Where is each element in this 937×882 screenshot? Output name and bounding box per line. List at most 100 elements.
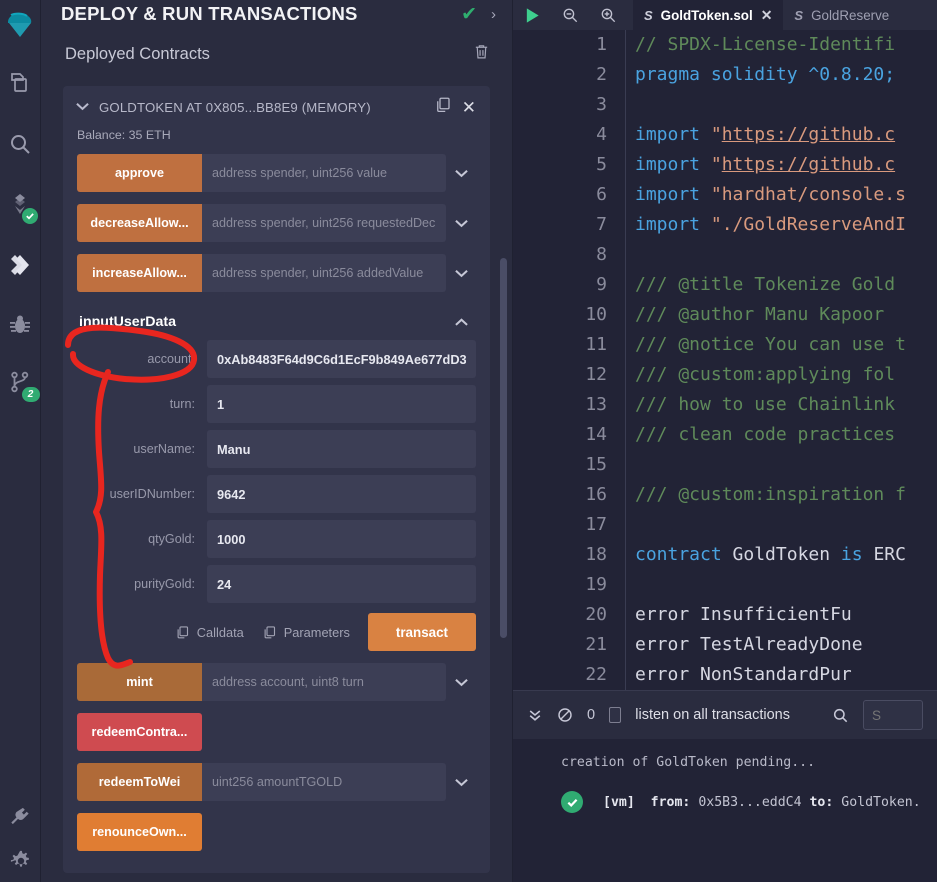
parameter-row-username: userName: <box>77 430 476 468</box>
line-number: 15 <box>585 454 607 475</box>
search-icon[interactable] <box>832 707 849 724</box>
tab-goldtoken-sol[interactable]: S GoldToken.sol ✕ <box>633 0 784 30</box>
editor-toolbar: S GoldToken.sol ✕ S GoldReserve <box>513 0 937 30</box>
plugin-manager-icon[interactable] <box>0 792 41 840</box>
parameter-input-account[interactable] <box>207 340 476 378</box>
line-number: 1 <box>596 34 607 55</box>
code-token: pragma solidity <box>635 64 809 85</box>
code-token: " <box>710 124 722 145</box>
function-row: approve <box>77 154 476 192</box>
solidity-file-icon: S <box>794 7 804 23</box>
panel-status-check-icon: ✔ <box>461 3 477 25</box>
transaction-vm-tag: [vm] <box>603 794 635 810</box>
line-number: 19 <box>585 574 607 595</box>
code-token: ^0.8.20; <box>808 64 896 85</box>
terminal-search-input[interactable] <box>863 700 923 730</box>
double-chevron-down-icon[interactable] <box>527 707 543 723</box>
expanded-function-header[interactable]: inputUserData <box>77 304 476 340</box>
contract-balance-label: Balance: 35 ETH <box>77 128 171 142</box>
deploy-run-icon[interactable] <box>0 234 41 296</box>
function-row: decreaseAllow... <box>77 204 476 242</box>
code-text: /// @custom:applying fol <box>625 360 895 390</box>
line-number: 11 <box>585 334 607 355</box>
code-text: error InsufficientFu <box>625 600 852 630</box>
panel-expand-chevron-icon[interactable]: › <box>491 6 496 23</box>
copy-calldata-button[interactable]: Calldata <box>175 625 244 640</box>
code-line: 19 <box>513 30 937 690</box>
contract-card-header[interactable]: GOLDTOKEN AT 0X805...BB8E9 (MEMORY) ✕ <box>63 86 490 128</box>
code-line: 21 error TestAlreadyDone <box>513 30 937 690</box>
copy-icon[interactable] <box>434 96 452 119</box>
function-button-redeemtowei[interactable]: redeemToWei <box>77 763 202 801</box>
clear-console-icon[interactable] <box>557 707 573 723</box>
function-button-approve[interactable]: approve <box>77 154 202 192</box>
transaction-from-label: from: <box>650 794 691 810</box>
function-args-input-decreaseallowance[interactable] <box>202 204 446 242</box>
parameter-input-puritygold[interactable] <box>207 565 476 603</box>
code-token: import <box>635 214 711 235</box>
listen-on-all-transactions-checkbox[interactable] <box>609 707 622 723</box>
code-text: /// @author Manu Kapoor <box>625 300 884 330</box>
settings-gear-icon[interactable] <box>0 840 41 882</box>
line-number: 9 <box>596 274 607 295</box>
close-icon[interactable]: ✕ <box>761 7 773 24</box>
line-number: 17 <box>585 514 607 535</box>
parameter-row-puritygold: purityGold: <box>77 565 476 603</box>
expand-caret-icon-redeemtowei[interactable] <box>446 763 476 801</box>
terminal-transaction-row[interactable]: [vm] from: 0x5B3...eddC4 to: GoldToken. <box>513 773 937 813</box>
code-token: error TestAlreadyDone <box>635 634 863 655</box>
delete-all-contracts-icon[interactable] <box>473 43 490 65</box>
code-line: 10 /// @author Manu Kapoor <box>513 300 937 330</box>
code-token: import <box>635 124 711 145</box>
git-icon[interactable]: 2 <box>0 354 41 410</box>
panel-scroll-body: Deployed Contracts GOLDTOKEN AT 0X805...… <box>41 36 512 882</box>
function-button-decreaseallowance[interactable]: decreaseAllow... <box>77 204 202 242</box>
deployed-contracts-label: Deployed Contracts <box>65 44 210 63</box>
parameter-input-turn[interactable] <box>207 385 476 423</box>
copy-parameters-button[interactable]: Parameters <box>262 625 350 640</box>
code-editor[interactable]: 1 // SPDX-License-Identifi 2 pragma solidit… <box>513 30 937 690</box>
parameter-input-qtygold[interactable] <box>207 520 476 558</box>
code-token: GoldToken <box>732 544 841 565</box>
solidity-file-icon: S <box>644 7 653 23</box>
function-args-input-increaseallowance[interactable] <box>202 254 446 292</box>
debugger-icon[interactable] <box>0 296 41 354</box>
empty-args-area <box>202 713 476 751</box>
zoom-out-icon[interactable] <box>551 0 589 30</box>
search-icon[interactable] <box>0 114 41 174</box>
terminal-pending-line: creation of GoldToken pending... <box>561 755 816 770</box>
parameters-label: Parameters <box>283 624 350 640</box>
parameter-input-username[interactable] <box>207 430 476 468</box>
expand-caret-icon-approve[interactable] <box>446 154 476 192</box>
contract-collapse-caret-icon[interactable] <box>75 100 89 114</box>
zoom-in-icon[interactable] <box>589 0 627 30</box>
solidity-compiler-icon[interactable] <box>0 174 41 234</box>
function-button-redeemcontract[interactable]: redeemContra... <box>77 713 202 751</box>
left-panel-scrollbar[interactable] <box>500 258 507 638</box>
expand-caret-icon-mint[interactable] <box>446 663 476 701</box>
collapse-caret-icon-inputuserdata[interactable] <box>446 315 476 330</box>
function-args-input-redeemtowei[interactable] <box>202 763 446 801</box>
transaction-success-icon <box>561 791 583 813</box>
function-button-renounceownership[interactable]: renounceOwn... <box>77 813 202 851</box>
expand-caret-icon-decreaseallowance[interactable] <box>446 204 476 242</box>
code-line: 3 <box>513 90 937 120</box>
file-explorer-icon[interactable] <box>0 52 41 114</box>
function-button-mint[interactable]: mint <box>77 663 202 701</box>
function-args-input-mint[interactable] <box>202 663 446 701</box>
function-args-input-approve[interactable] <box>202 154 446 192</box>
parameter-row-turn: turn: <box>77 385 476 423</box>
run-play-icon[interactable] <box>513 0 551 30</box>
transact-button[interactable]: transact <box>367 613 476 651</box>
function-button-increaseallowance[interactable]: increaseAllow... <box>77 254 202 292</box>
remix-logo-icon[interactable] <box>0 0 41 52</box>
expand-caret-icon-increaseallowance[interactable] <box>446 254 476 292</box>
close-contract-icon[interactable]: ✕ <box>462 99 476 116</box>
code-text: /// @notice You can use t <box>625 330 906 360</box>
line-number: 5 <box>596 154 607 175</box>
tab-goldreserve[interactable]: S GoldReserve <box>783 0 900 30</box>
parameter-input-useridnumber[interactable] <box>207 475 476 513</box>
deploy-run-panel: DEPLOY & RUN TRANSACTIONS ✔ › Deployed C… <box>41 0 513 882</box>
tab-label: GoldToken.sol <box>660 7 753 23</box>
